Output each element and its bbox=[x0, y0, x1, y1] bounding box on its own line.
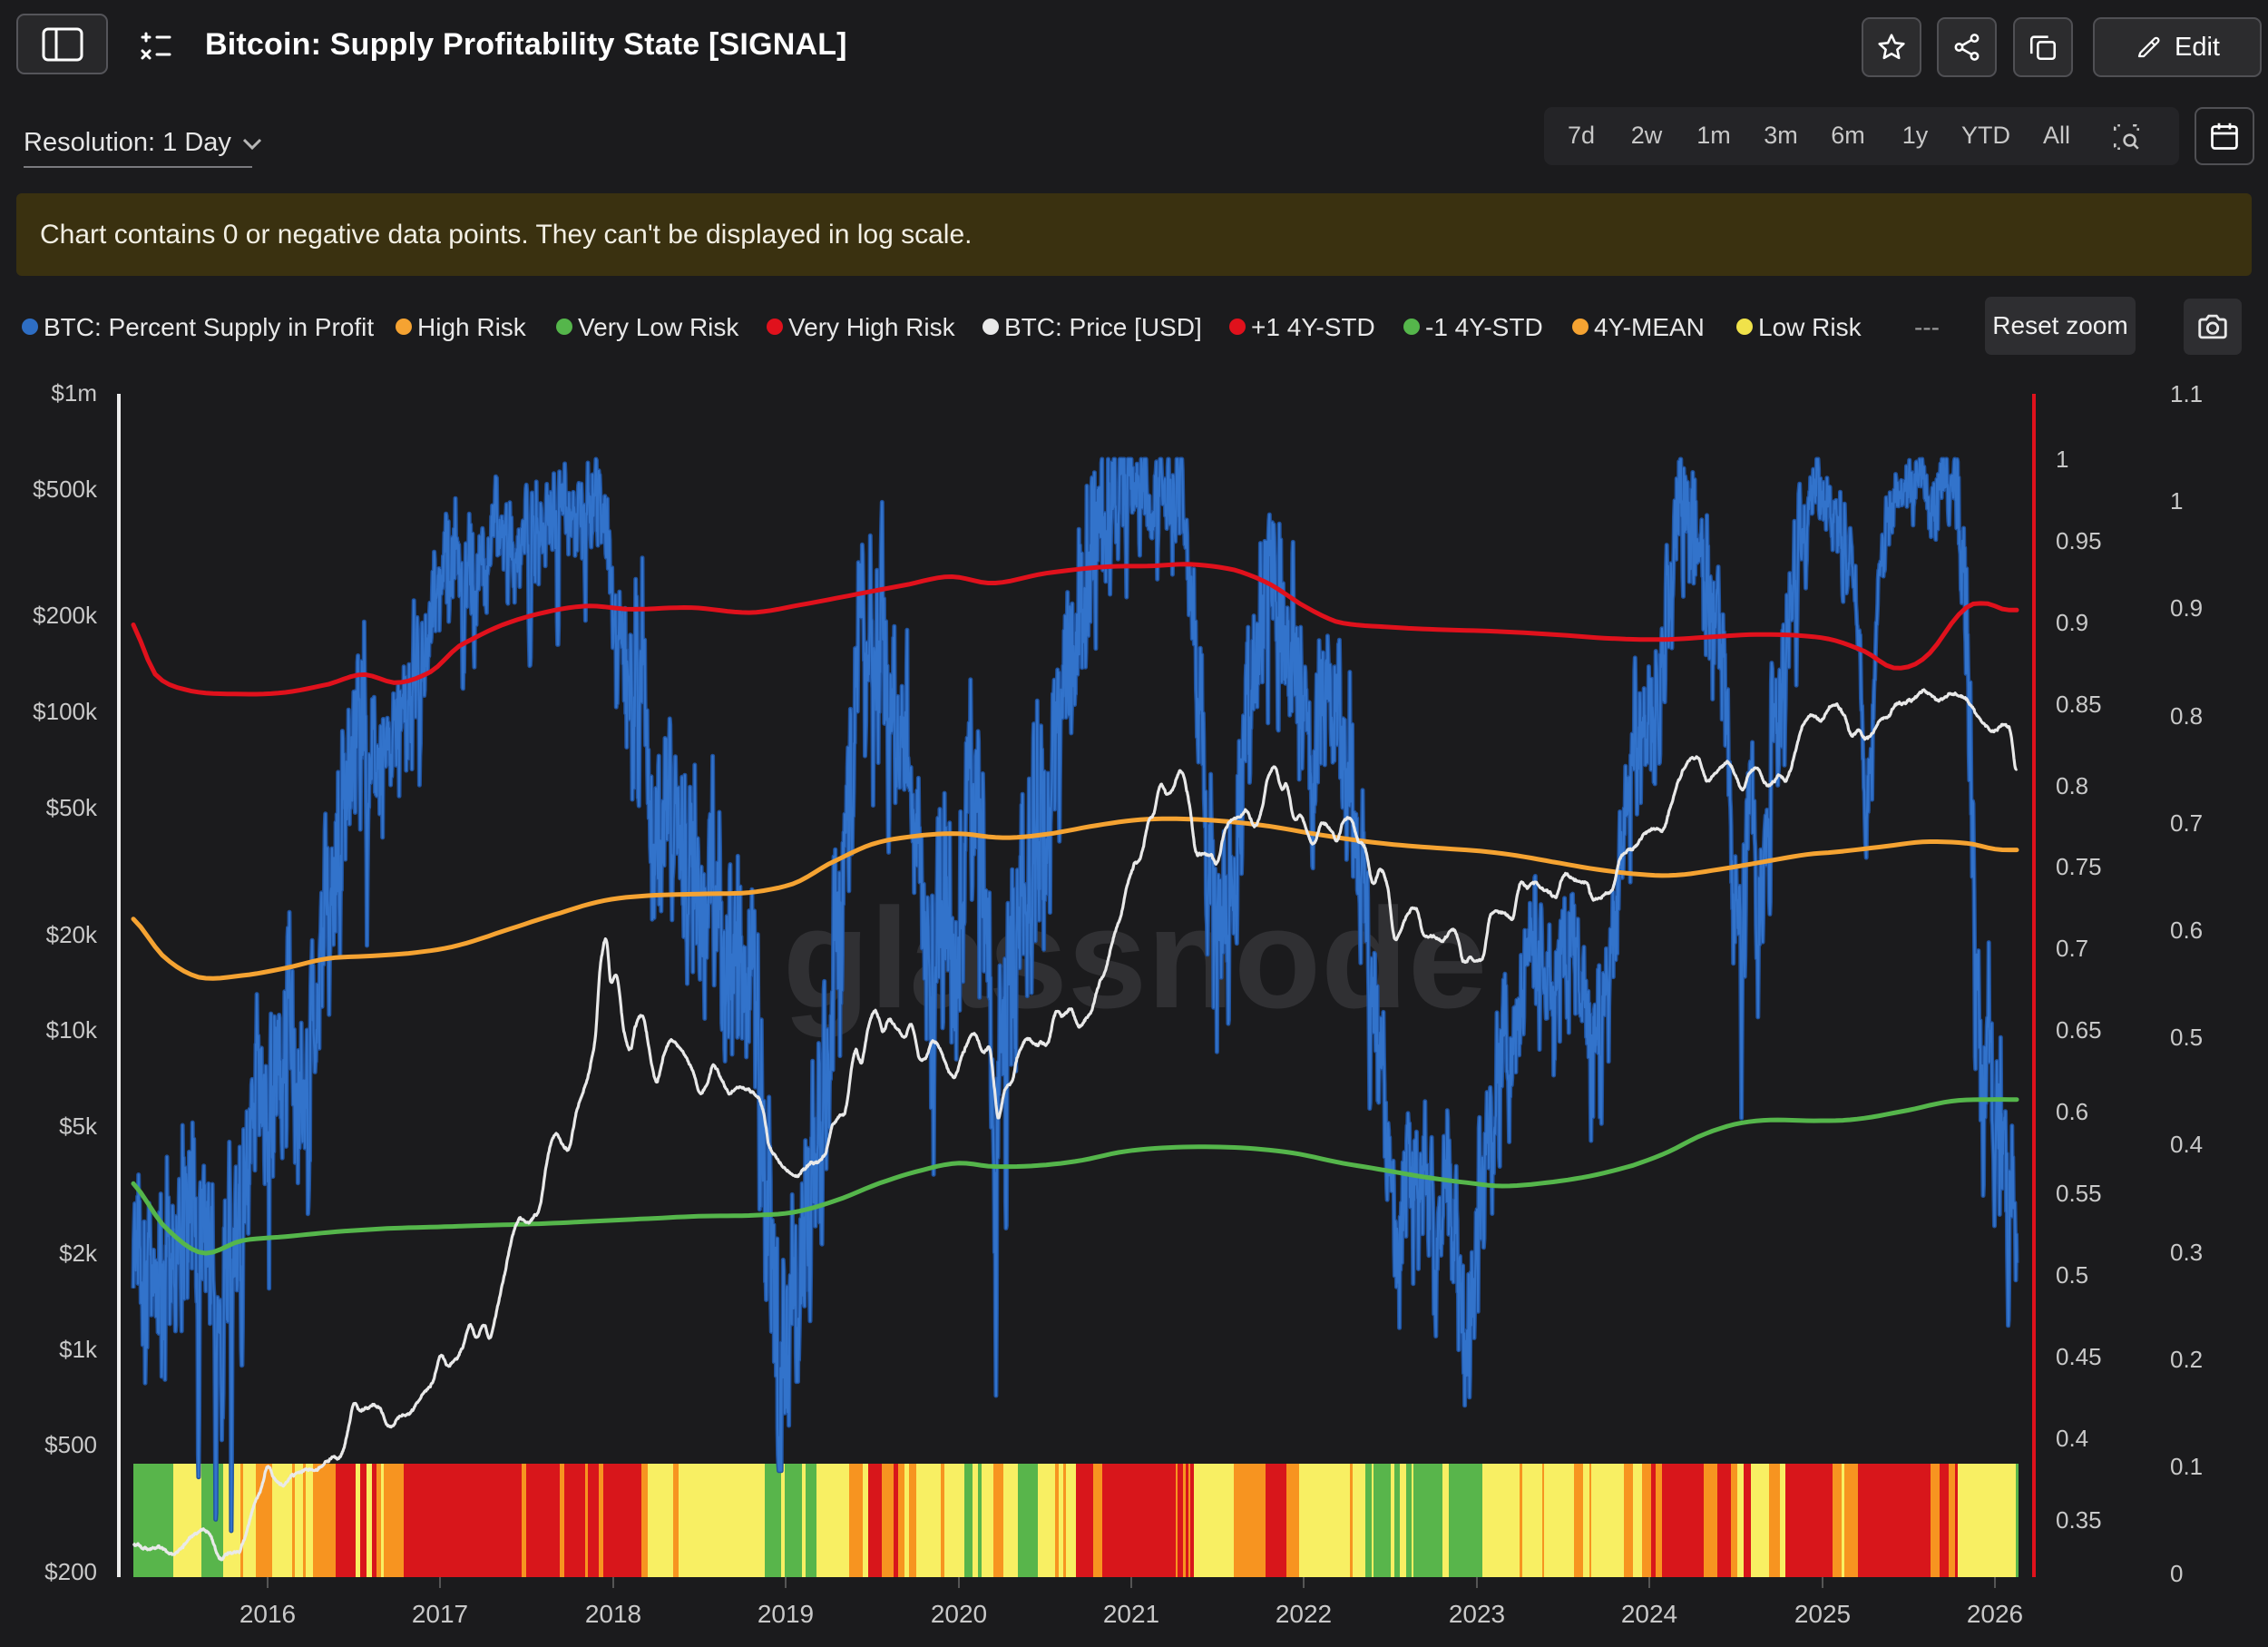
svg-text:2017: 2017 bbox=[412, 1600, 468, 1628]
svg-text:$100k: $100k bbox=[33, 698, 98, 725]
svg-text:0.5: 0.5 bbox=[2170, 1024, 2203, 1051]
svg-text:0.5: 0.5 bbox=[2056, 1261, 2088, 1289]
svg-text:0.75: 0.75 bbox=[2056, 853, 2102, 880]
svg-text:0.6: 0.6 bbox=[2056, 1098, 2088, 1125]
svg-text:2025: 2025 bbox=[1794, 1600, 1851, 1628]
svg-text:2023: 2023 bbox=[1449, 1600, 1505, 1628]
svg-text:0.2: 0.2 bbox=[2170, 1346, 2203, 1373]
svg-text:0.4: 0.4 bbox=[2170, 1131, 2203, 1158]
svg-text:0.9: 0.9 bbox=[2056, 609, 2088, 636]
svg-text:0.65: 0.65 bbox=[2056, 1016, 2102, 1044]
svg-text:1.1: 1.1 bbox=[2170, 380, 2203, 407]
svg-text:0.1: 0.1 bbox=[2170, 1453, 2203, 1480]
svg-text:2020: 2020 bbox=[931, 1600, 987, 1628]
svg-text:0: 0 bbox=[2170, 1560, 2183, 1587]
svg-text:2016: 2016 bbox=[240, 1600, 296, 1628]
svg-text:2024: 2024 bbox=[1621, 1600, 1677, 1628]
svg-text:0.3: 0.3 bbox=[2170, 1239, 2203, 1266]
svg-text:0.9: 0.9 bbox=[2170, 594, 2203, 622]
svg-text:0.8: 0.8 bbox=[2170, 702, 2203, 730]
svg-text:0.4: 0.4 bbox=[2056, 1425, 2088, 1452]
svg-text:$200k: $200k bbox=[33, 602, 98, 629]
svg-text:0.45: 0.45 bbox=[2056, 1343, 2102, 1370]
svg-text:$500: $500 bbox=[44, 1431, 97, 1458]
svg-text:$1m: $1m bbox=[51, 379, 97, 407]
svg-text:$500k: $500k bbox=[33, 475, 98, 503]
svg-text:0.55: 0.55 bbox=[2056, 1180, 2102, 1207]
svg-text:2022: 2022 bbox=[1276, 1600, 1332, 1628]
svg-text:1: 1 bbox=[2170, 487, 2183, 515]
svg-text:$1k: $1k bbox=[59, 1336, 98, 1363]
svg-text:$10k: $10k bbox=[46, 1016, 98, 1044]
svg-text:$2k: $2k bbox=[59, 1240, 98, 1267]
svg-text:1: 1 bbox=[2056, 446, 2068, 473]
svg-text:2019: 2019 bbox=[758, 1600, 814, 1628]
svg-text:$20k: $20k bbox=[46, 921, 98, 948]
svg-text:2021: 2021 bbox=[1103, 1600, 1159, 1628]
svg-text:2026: 2026 bbox=[1967, 1600, 2023, 1628]
svg-text:$5k: $5k bbox=[59, 1113, 98, 1140]
svg-text:0.8: 0.8 bbox=[2056, 772, 2088, 799]
svg-text:0.85: 0.85 bbox=[2056, 691, 2102, 718]
svg-text:0.35: 0.35 bbox=[2056, 1506, 2102, 1534]
svg-text:$50k: $50k bbox=[46, 794, 98, 821]
svg-text:0.7: 0.7 bbox=[2056, 935, 2088, 962]
svg-text:0.7: 0.7 bbox=[2170, 809, 2203, 837]
svg-text:2018: 2018 bbox=[585, 1600, 641, 1628]
svg-text:$200: $200 bbox=[44, 1558, 97, 1585]
svg-text:0.6: 0.6 bbox=[2170, 917, 2203, 944]
svg-text:0.95: 0.95 bbox=[2056, 527, 2102, 554]
